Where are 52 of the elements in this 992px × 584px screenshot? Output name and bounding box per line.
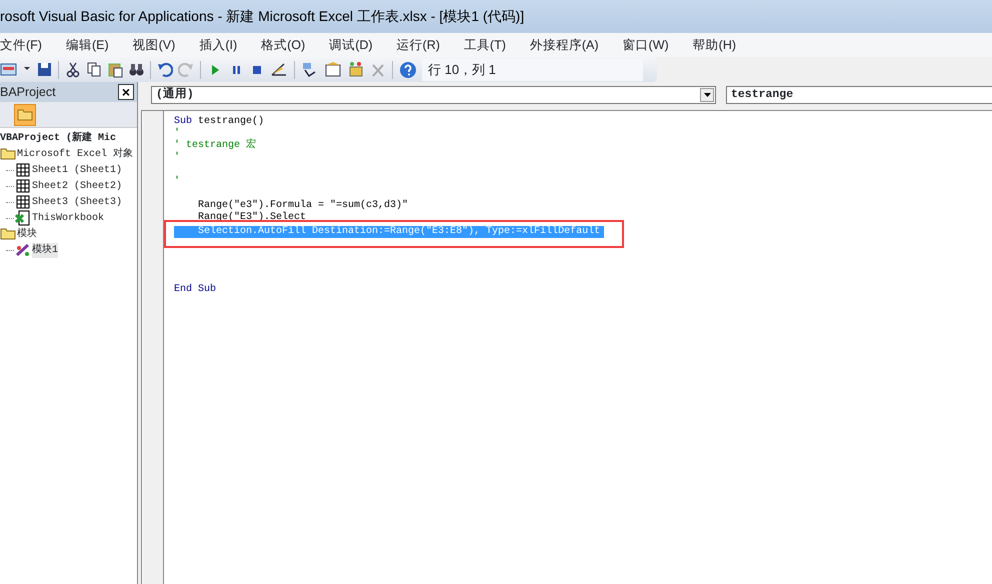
tree-item[interactable]: Microsoft Excel 对象 — [17, 146, 134, 162]
code-line: ' — [174, 176, 182, 188]
code-line: End Sub — [174, 284, 218, 296]
menu-item[interactable]: 格式(O) — [261, 36, 314, 54]
menu-item[interactable]: 调试(D) — [329, 36, 381, 54]
design-mode-icon[interactable] — [270, 60, 288, 78]
code-line: Sub testrange() — [174, 116, 266, 128]
code-line: ' testrange 宏 — [174, 140, 258, 152]
undo-icon[interactable] — [157, 60, 173, 78]
workbook-icon — [15, 210, 31, 226]
toggle-folders-button[interactable] — [14, 104, 36, 126]
save-icon[interactable] — [36, 60, 52, 78]
menu-item[interactable]: 帮助(H) — [692, 36, 744, 54]
menu-item[interactable]: 文件(F) — [0, 36, 50, 54]
cut-icon[interactable] — [65, 60, 81, 78]
dropdown-arrow-icon — [704, 93, 710, 97]
folder-icon — [17, 108, 33, 121]
module-icon — [15, 242, 31, 258]
help-icon[interactable] — [399, 60, 417, 78]
copy-icon[interactable] — [86, 60, 102, 78]
tree-item[interactable]: Sheet3 (Sheet3) — [32, 194, 122, 210]
menu-item[interactable]: 视图(V) — [132, 36, 184, 54]
cursor-position: 行 10，列 1 — [422, 58, 643, 80]
code-line: Range("E3").Select — [197, 212, 308, 224]
paste-icon[interactable] — [107, 60, 123, 78]
tree-item[interactable]: 模块 — [17, 226, 37, 242]
tree-item[interactable]: Sheet2 (Sheet2) — [32, 178, 122, 194]
menu-item[interactable]: 运行(R) — [396, 36, 448, 54]
properties-icon[interactable] — [324, 60, 342, 78]
close-button[interactable]: × — [118, 84, 134, 100]
menu-item[interactable]: 插入(I) — [199, 36, 246, 54]
object-dropdown[interactable]: (通用) — [151, 86, 716, 104]
tree-item[interactable]: 模块1 — [32, 242, 58, 258]
tree-item[interactable]: Sheet1 (Sheet1) — [32, 162, 122, 178]
folder-icon — [0, 226, 16, 242]
menu-item[interactable]: 窗口(W) — [622, 36, 677, 54]
sheet-icon — [15, 178, 31, 194]
code-line: Range("e3").Formula = "=sum(c3,d3)" — [197, 200, 410, 212]
menu-item[interactable]: 编辑(E) — [66, 36, 117, 54]
tree-item[interactable]: ThisWorkbook — [32, 210, 104, 226]
code-line: ' — [174, 152, 182, 164]
panel-title: BAProject — [0, 84, 56, 101]
menu-item[interactable]: 外接程序(A) — [530, 36, 607, 54]
tree-item[interactable]: VBAProject (新建 Mic — [0, 130, 116, 146]
sheet-icon — [15, 194, 31, 210]
sheet-icon — [15, 162, 31, 178]
window-title: rosoft Visual Basic for Applications - 新建 Microsoft Excel 工作表.xlsx - [模块1 (代码)] — [0, 7, 524, 26]
code-line: ' — [174, 128, 182, 140]
userform-icon[interactable] — [0, 60, 18, 78]
menu-item[interactable]: 工具(T) — [464, 36, 514, 54]
folder-icon — [0, 146, 16, 162]
procedure-dropdown[interactable]: testrange — [726, 86, 992, 104]
